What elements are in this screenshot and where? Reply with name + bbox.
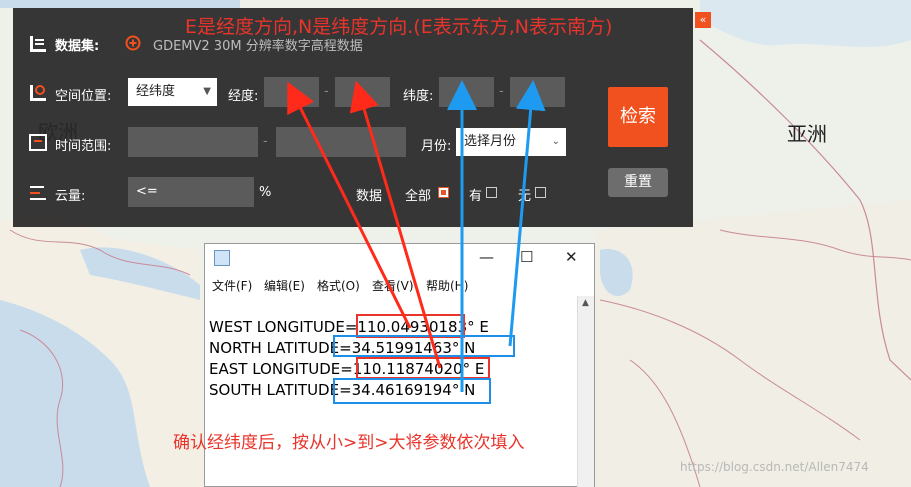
scroll-up-icon[interactable]: ▲ [582, 298, 589, 308]
option-no-label: 无 [518, 189, 532, 204]
notepad-scrollbar[interactable]: ▲ [577, 296, 594, 487]
collapse-button[interactable]: « [695, 12, 711, 28]
reset-button[interactable]: 重置 [608, 168, 668, 197]
latitude-max-input[interactable] [510, 77, 565, 107]
month-select[interactable]: 选择月份 ⌄ [456, 128, 566, 156]
time-dash: - [263, 134, 268, 149]
menu-view[interactable]: 查看(V) [372, 277, 414, 294]
maximize-button[interactable]: ☐ [520, 248, 533, 266]
longitude-label: 经度: [228, 89, 259, 104]
search-panel: 数据集: GDEMV2 30M 分辨率数字高程数据 空间位置: 经纬度 ▼ 经度… [13, 8, 693, 227]
month-select-value: 选择月份 [464, 134, 517, 149]
time-end-input[interactable] [276, 127, 406, 157]
longitude-min-input[interactable] [264, 77, 319, 107]
menu-file[interactable]: 文件(F) [212, 277, 252, 294]
dataset-icon [30, 36, 46, 52]
notepad-menubar: 文件(F) 编辑(E) 格式(O) 查看(V) 帮助(H) [205, 274, 594, 296]
latitude-min-input[interactable] [439, 77, 494, 107]
cloud-input[interactable]: <= [128, 177, 254, 207]
spatial-select[interactable]: 经纬度 ▼ [128, 78, 217, 106]
menu-format[interactable]: 格式(O) [317, 277, 360, 294]
latitude-dash: - [499, 84, 504, 99]
menu-edit[interactable]: 编辑(E) [264, 277, 305, 294]
annotation-title: E是经度方向,N是纬度方向.(E表示东方,N表示南方) [185, 16, 613, 38]
add-dataset-icon[interactable] [125, 35, 141, 51]
time-start-input[interactable] [128, 127, 258, 157]
east-longitude-highlight [356, 357, 490, 379]
north-latitude-highlight [333, 335, 515, 357]
option-all-checkbox[interactable] [438, 187, 449, 198]
time-label: 时间范围: [55, 139, 112, 154]
south-latitude-highlight [333, 378, 491, 404]
location-icon [30, 85, 46, 101]
watermark: https://blog.csdn.net/Allen7474 [680, 460, 869, 474]
cloud-label: 云量: [55, 189, 86, 204]
option-yes-checkbox[interactable] [486, 187, 497, 198]
search-button[interactable]: 检索 [608, 87, 668, 147]
spatial-label: 空间位置: [55, 89, 112, 104]
option-all-label: 全部 [405, 189, 432, 204]
chevron-down-icon: ▼ [203, 86, 211, 97]
option-no-checkbox[interactable] [535, 187, 546, 198]
notepad-icon [214, 250, 230, 266]
month-label: 月份: [421, 139, 452, 154]
chevron-down-icon: ⌄ [551, 136, 560, 147]
annotation-note: 确认经纬度后，按从小>到>大将参数依次填入 [173, 433, 525, 453]
longitude-max-input[interactable] [335, 77, 390, 107]
data-label: 数据 [356, 189, 383, 204]
map-label-asia: 亚洲 [787, 122, 827, 146]
cloud-unit: % [259, 185, 272, 200]
cloud-input-placeholder: <= [136, 184, 158, 199]
close-button[interactable]: ✕ [565, 248, 578, 266]
calendar-icon [29, 134, 47, 151]
dataset-label: 数据集: [55, 39, 100, 54]
latitude-label: 纬度: [403, 89, 434, 104]
option-yes-label: 有 [469, 189, 483, 204]
cloud-icon [30, 186, 46, 200]
longitude-dash: - [324, 84, 329, 99]
spatial-select-value: 经纬度 [136, 84, 176, 99]
notepad-titlebar[interactable]: — ☐ ✕ [205, 244, 594, 272]
minimize-button[interactable]: — [479, 248, 494, 266]
menu-help[interactable]: 帮助(H) [426, 277, 468, 294]
